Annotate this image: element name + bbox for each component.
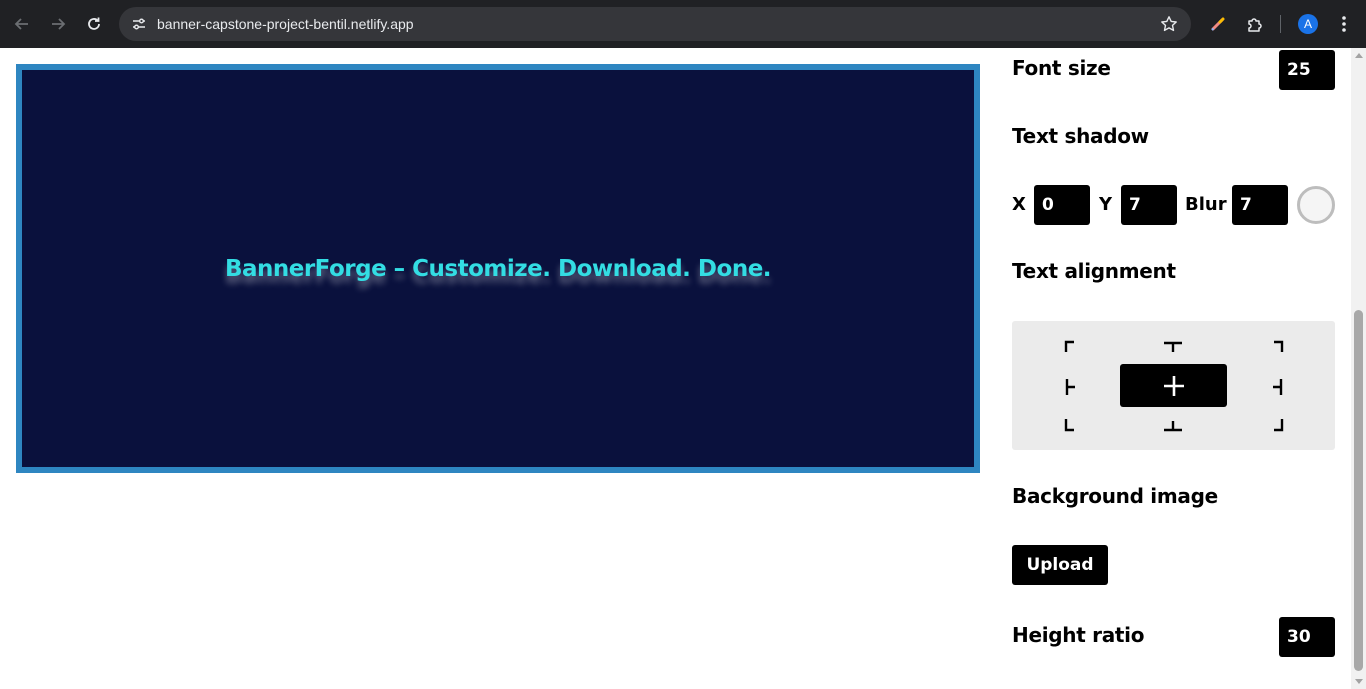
shadow-blur-label: Blur xyxy=(1185,194,1227,215)
align-top-right-icon[interactable] xyxy=(1266,338,1286,358)
align-bottom-right-icon[interactable] xyxy=(1266,415,1286,435)
shadow-color-picker[interactable] xyxy=(1297,186,1335,224)
text-alignment-label: Text alignment xyxy=(1012,259,1176,283)
back-icon[interactable] xyxy=(10,12,34,36)
browser-toolbar: banner-capstone-project-bentil.netlify.a… xyxy=(0,0,1366,48)
page-scrollbar[interactable] xyxy=(1351,48,1366,689)
align-middle-left-icon[interactable] xyxy=(1062,377,1082,397)
shadow-y-label: Y xyxy=(1099,194,1113,215)
avatar[interactable]: A xyxy=(1298,14,1318,34)
align-center-icon xyxy=(1163,375,1184,396)
align-top-center-icon[interactable] xyxy=(1163,338,1183,358)
reload-icon[interactable] xyxy=(82,12,106,36)
shadow-x-input[interactable]: 0 xyxy=(1034,185,1090,225)
star-icon[interactable] xyxy=(1159,14,1179,34)
site-info-icon[interactable] xyxy=(127,12,151,36)
banner-text: BannerForge – Customize. Download. Done. xyxy=(224,255,772,282)
text-shadow-label: Text shadow xyxy=(1012,124,1149,148)
shadow-blur-input[interactable]: 7 xyxy=(1232,185,1288,225)
upload-button[interactable]: Upload xyxy=(1012,545,1108,585)
forward-icon[interactable] xyxy=(46,12,70,36)
alignment-grid xyxy=(1012,321,1335,450)
align-bottom-center-icon[interactable] xyxy=(1163,415,1183,435)
scroll-down-icon[interactable] xyxy=(1355,679,1363,684)
pen-extension-icon[interactable] xyxy=(1206,12,1230,36)
url-text[interactable]: banner-capstone-project-bentil.netlify.a… xyxy=(157,7,414,41)
font-size-label: Font size xyxy=(1012,56,1111,80)
height-ratio-input[interactable]: 30 xyxy=(1279,617,1335,657)
align-center-button[interactable] xyxy=(1120,364,1227,407)
address-bar[interactable]: banner-capstone-project-bentil.netlify.a… xyxy=(119,7,1191,41)
font-size-input[interactable]: 25 xyxy=(1279,50,1335,90)
shadow-x-label: X xyxy=(1012,194,1026,215)
scroll-up-icon[interactable] xyxy=(1355,53,1363,58)
scroll-thumb[interactable] xyxy=(1354,310,1363,671)
background-image-label: Background image xyxy=(1012,484,1218,508)
banner-preview: BannerForge – Customize. Download. Done. xyxy=(16,64,980,473)
shadow-y-input[interactable]: 7 xyxy=(1121,185,1177,225)
align-middle-right-icon[interactable] xyxy=(1266,377,1286,397)
kebab-menu-icon[interactable] xyxy=(1332,12,1356,36)
height-ratio-label: Height ratio xyxy=(1012,623,1145,647)
toolbar-divider xyxy=(1280,15,1281,33)
puzzle-icon[interactable] xyxy=(1243,12,1267,36)
align-bottom-left-icon[interactable] xyxy=(1062,415,1082,435)
align-top-left-icon[interactable] xyxy=(1062,338,1082,358)
